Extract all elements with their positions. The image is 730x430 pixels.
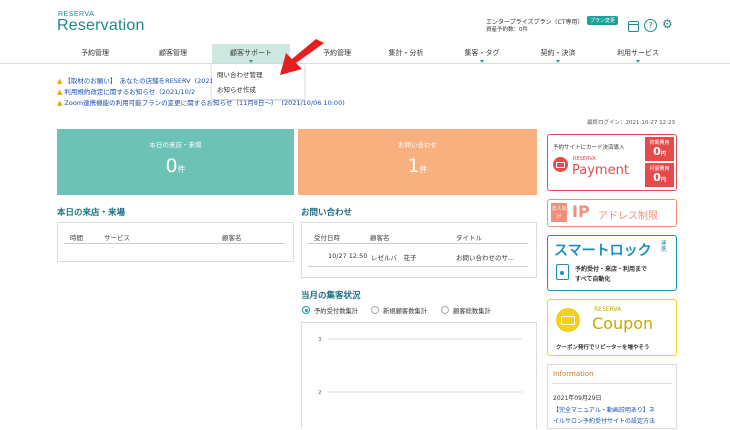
booking-count: 資産予約数：0件	[486, 27, 528, 33]
nav-contract[interactable]: 契約・決済	[530, 44, 586, 64]
main-nav: 予約管理 顧客管理 顧客サポート 予約管理 集計・分析 集客・タグ 契約・決済 …	[0, 44, 730, 64]
section-title-monthly: 当月の集客状況	[301, 291, 361, 301]
ad-coupon-brand-small: RESERVA	[594, 306, 622, 313]
chevron-down-icon	[249, 60, 253, 63]
help-icon[interactable]: ?	[644, 19, 657, 32]
ad-lock-line1: 予約受付・来店・利用まで	[575, 266, 648, 273]
plan-change-button[interactable]: プラン変更	[587, 16, 619, 25]
radio-booking-count[interactable]	[302, 306, 310, 314]
menu-item-inquiry-management[interactable]: 問い合わせ管理	[217, 69, 263, 79]
lock-icon	[556, 264, 569, 280]
column-header: 顧客名	[370, 234, 390, 242]
table-row[interactable]: 10/27 12.50 レゼルバ 花子 お問い合わせのサ...	[308, 247, 528, 264]
calendar-icon[interactable]	[628, 21, 639, 32]
ad-lock-line2: すべて自動化	[575, 276, 611, 283]
information-panel: Information 2021年09月29日 【完全マニュアル・動画説明あり】…	[547, 364, 677, 429]
ad-payment-text: 予約サイトにカード決済導入	[553, 145, 625, 151]
divider	[308, 266, 528, 267]
ad-ip-text: アドレス制限	[598, 211, 658, 222]
information-title: Information	[553, 370, 594, 378]
chevron-down-icon	[480, 60, 484, 63]
gear-icon[interactable]: ⚙	[662, 17, 673, 31]
pointer-arrow-icon	[280, 39, 324, 75]
warning-icon: ▲	[57, 77, 63, 85]
column-header: 受付日時	[314, 234, 340, 242]
tile-today-visits[interactable]: 本日の来店・来場 0件	[57, 129, 294, 195]
coupon-icon	[556, 308, 580, 332]
cell-customer: レゼルバ 花子	[371, 254, 417, 262]
divider	[308, 243, 528, 244]
nav-services[interactable]: 利用サービス	[606, 44, 670, 64]
ad-ip-tag: 法人向け	[551, 203, 567, 222]
tile-value: 1件	[407, 155, 428, 177]
warning-icon: ▲	[57, 88, 63, 96]
warning-icon: ▲	[57, 99, 63, 107]
notice-item[interactable]: ▲ 利用規約改定に関するお知らせ（2021/10/2	[57, 86, 195, 96]
initial-fee-badge: 初期費用 0円	[645, 137, 674, 161]
ad-coupon-brand: Coupon	[592, 314, 654, 333]
monthly-fee-badge: 月額費用 0円	[645, 163, 674, 187]
ad-coupon-line: クーポン発行でリピーターを増やそう	[556, 345, 650, 351]
divider	[552, 383, 672, 384]
divider	[64, 243, 284, 244]
nav-analytics[interactable]: 集計・分析	[378, 44, 434, 64]
tile-inquiries[interactable]: お問い合わせ 1件	[298, 129, 537, 195]
radio-label: 予約受付数集計	[314, 308, 359, 315]
tile-label: お問い合わせ	[398, 141, 437, 149]
column-header: 顧客名	[222, 234, 242, 242]
nav-customer[interactable]: 顧客管理	[144, 44, 202, 64]
ad-lock-title: スマートロック	[554, 243, 652, 259]
information-link-cont[interactable]: イルサロン予約受付サイトの設定方法	[553, 416, 655, 425]
chevron-down-icon	[636, 60, 640, 63]
tile-label: 本日の来店・来場	[149, 141, 202, 149]
radio-label: 顧客総数集計	[453, 308, 491, 315]
ad-lock-tag: 連携	[661, 241, 667, 253]
information-link[interactable]: 【完全マニュアル・動画説明あり】ネ	[553, 405, 655, 414]
ad-payment-brand-small: RESERVA	[573, 156, 596, 162]
menu-item-create-notice[interactable]: お知らせ作成	[217, 84, 256, 94]
ad-ip-big: IP	[572, 202, 590, 221]
ad-ip-restriction[interactable]: 法人向け IP アドレス制限	[547, 199, 677, 227]
ad-payment-brand: Payment	[572, 163, 629, 178]
monthly-chart: 3 2	[301, 322, 537, 429]
chevron-down-icon	[556, 60, 560, 63]
column-header: サービス	[104, 234, 130, 242]
brand-logo[interactable]: Reservation	[57, 17, 145, 35]
ad-smart-lock[interactable]: スマートロック 連携 予約受付・来店・利用まで すべて自動化	[547, 235, 677, 291]
y-tick-label: 2	[318, 390, 322, 396]
radio-label: 新規顧客数集計	[383, 308, 428, 315]
tile-value: 0件	[165, 155, 186, 177]
chart-svg: 3 2	[318, 337, 522, 396]
cell-title: お問い合わせのサ...	[456, 254, 515, 262]
y-tick-label: 3	[318, 337, 322, 343]
ad-payment[interactable]: 予約サイトにカード決済導入 RESERVA Payment 初期費用 0円 月額…	[547, 134, 677, 191]
radio-new-customers[interactable]	[371, 306, 379, 314]
today-table	[57, 222, 294, 262]
card-icon	[553, 157, 568, 172]
nav-reservation[interactable]: 予約管理	[66, 44, 124, 64]
column-header: 時間	[70, 234, 83, 242]
column-header: タイトル	[456, 234, 482, 242]
radio-total-customers[interactable]	[441, 306, 449, 314]
last-login: 最終ログイン：2021-10-27 12:23	[586, 120, 675, 126]
section-title-inquiries: お問い合わせ	[301, 208, 353, 218]
ad-coupon[interactable]: RESERVA Coupon クーポン発行でリピーターを増やそう	[547, 299, 677, 356]
information-date: 2021年09月29日	[553, 395, 602, 402]
cell-date: 10/27 12.50	[328, 252, 368, 260]
nav-marketing[interactable]: 集客・タグ	[454, 44, 510, 64]
section-title-today: 本日の来店・来場	[57, 208, 126, 218]
